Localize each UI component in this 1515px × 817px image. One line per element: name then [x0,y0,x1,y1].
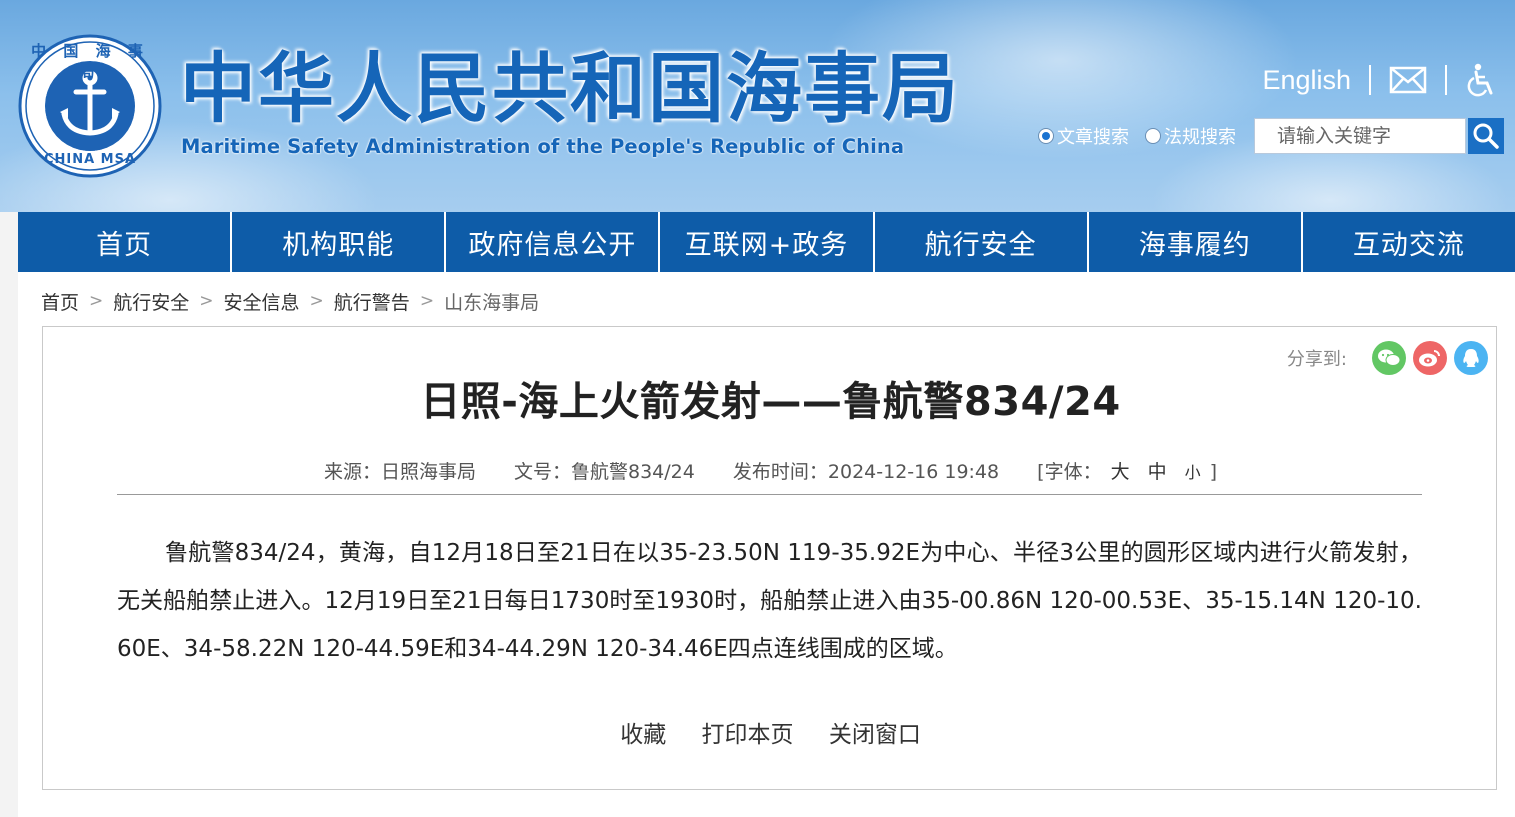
nav-item-navigation-safety[interactable]: 航行安全 [874,212,1087,272]
font-size-medium[interactable]: 中 [1148,461,1167,483]
article-panel: 分享到: 日照-海上火箭发射——鲁航警834/24 来源：日照海事局 文号：鲁航… [42,326,1497,790]
article-source: 来源：日照海事局 [323,461,476,483]
nav-item-functions[interactable]: 机构职能 [232,212,445,272]
divider [1445,65,1447,95]
breadcrumb-item-nav-warning[interactable]: 航行警告 [334,288,410,315]
nav-item-internet-gov[interactable]: 互联网+政务 [660,212,873,272]
mail-icon[interactable] [1389,66,1427,94]
radio-article-label: 文章搜索 [1057,127,1129,148]
font-size-large[interactable]: 大 [1111,461,1130,483]
radio-law-label: 法规搜索 [1164,127,1236,148]
search-icon [1473,123,1499,149]
article-title: 日照-海上火箭发射——鲁航警834/24 [420,379,1121,425]
article-meta: 来源：日照海事局 文号：鲁航警834/24 发布时间：2024-12-16 19… [43,457,1498,484]
divider [1369,65,1371,95]
article-publish-time: 发布时间：2024-12-16 19:48 [732,461,1000,483]
radio-indicator[interactable] [1145,128,1161,144]
nav-item-home[interactable]: 首页 [18,212,231,272]
breadcrumb-item-navigation-safety[interactable]: 航行安全 [113,288,189,315]
nav-item-gov-info[interactable]: 政府信息公开 [446,212,659,272]
font-size-label: [字体： [1037,461,1102,483]
radio-law-search[interactable]: 法规搜索 [1145,123,1236,149]
search-bar: 文章搜索 法规搜索 [1038,117,1515,155]
article-actions: 收藏 打印本页 关闭窗口 [43,715,1498,749]
favorite-link[interactable]: 收藏 [620,722,666,748]
accessibility-icon[interactable] [1465,63,1495,97]
emblem-top-text: 中 国 海 事 局 [31,42,149,81]
article-doc-number: 文号：鲁航警834/24 [514,461,695,483]
radio-indicator[interactable] [1038,128,1054,144]
search-button[interactable] [1468,118,1504,154]
print-link[interactable]: 打印本页 [702,722,794,748]
breadcrumb-separator: > [419,291,435,311]
emblem-bottom-text: CHINA MSA [43,152,137,167]
article-body: 鲁航警834/24，黄海，自12月18日至21日在以35-23.50N 119-… [117,540,1422,662]
font-size-close: ] [1209,461,1218,483]
nav-item-interaction[interactable]: 互动交流 [1302,212,1515,272]
breadcrumb-item-home[interactable]: 首页 [41,288,79,315]
top-links: English [1262,60,1495,100]
site-title-chinese[interactable]: 中华人民共和国海事局 [180,46,960,132]
breadcrumb-item-shandong-msa[interactable]: 山东海事局 [444,288,539,315]
breadcrumb-separator: > [89,291,104,311]
english-link[interactable]: English [1262,65,1351,96]
font-size-small[interactable]: 小 [1185,463,1201,482]
divider [117,494,1422,495]
site-title-english[interactable]: Maritime Safety Administration of the Pe… [181,135,904,158]
breadcrumb: 首页 > 航行安全 > 安全信息 > 航行警告 > 山东海事局 [41,286,539,316]
radio-article-search[interactable]: 文章搜索 [1038,123,1129,149]
breadcrumb-item-safety-info[interactable]: 安全信息 [224,288,300,315]
breadcrumb-separator: > [309,291,324,311]
share-label: 分享到: [1286,349,1347,370]
msa-emblem-logo[interactable]: 中 国 海 事 局 CHINA MSA [18,34,162,178]
close-window-link[interactable]: 关闭窗口 [829,722,921,748]
page: 中 国 海 事 局 CHINA MSA 中华人民共和国海事局 Maritime … [0,0,1515,817]
nav-item-compliance[interactable]: 海事履约 [1088,212,1301,272]
main-nav: 首页 机构职能 政府信息公开 互联网+政务 航行安全 海事履约 互动交流 [18,212,1515,272]
search-input[interactable] [1254,118,1466,154]
site-header: 中 国 海 事 局 CHINA MSA 中华人民共和国海事局 Maritime … [0,0,1515,212]
breadcrumb-separator: > [199,291,214,311]
